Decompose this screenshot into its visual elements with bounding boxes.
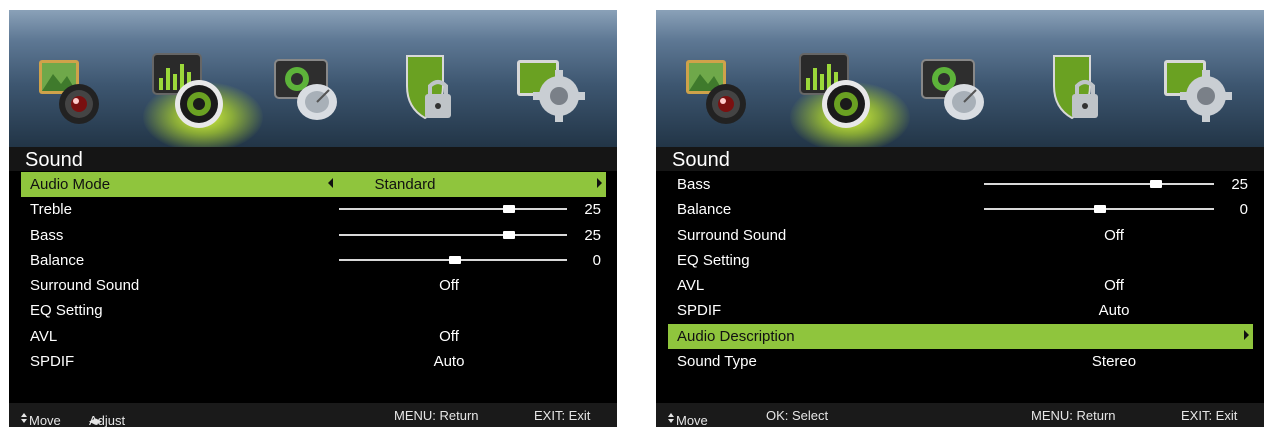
menu-item-value: Standard bbox=[374, 176, 436, 193]
slider-knob[interactable] bbox=[1150, 180, 1162, 188]
menu-title: Sound bbox=[25, 149, 83, 171]
adjust-hint-label: Adjust bbox=[89, 413, 126, 427]
slider-knob[interactable] bbox=[449, 255, 461, 264]
menu-item-spdif[interactable]: SPDIF Auto bbox=[21, 349, 606, 374]
menu-item-bass[interactable]: Bass 25 bbox=[21, 223, 606, 248]
menu-list: Audio Mode Standard Treble 25 Bass 25 Ba… bbox=[21, 172, 606, 374]
sound-icon[interactable] bbox=[794, 46, 878, 132]
menu-item-eq-setting[interactable]: EQ Setting bbox=[21, 298, 606, 323]
menu-item-sound-type[interactable]: Sound Type Stereo bbox=[668, 349, 1253, 374]
footer-bar: Move ◂▸ Adjust MENU: Return EXIT: Exit bbox=[9, 403, 617, 427]
exit-hint: EXIT: Exit bbox=[534, 408, 591, 423]
menu-return-hint: MENU: Return bbox=[1031, 408, 1116, 423]
menu-item-label: Balance bbox=[30, 251, 85, 269]
menu-item-value: Off bbox=[1104, 277, 1124, 295]
menu-item-treble[interactable]: Treble 25 bbox=[21, 197, 606, 222]
menu-return-hint: MENU: Return bbox=[394, 408, 479, 423]
bass-slider[interactable] bbox=[984, 180, 1214, 188]
menu-item-label: AVL bbox=[30, 327, 58, 345]
select-hint: OK: Select bbox=[766, 408, 829, 423]
menu-title: Sound bbox=[672, 149, 730, 171]
move-hint-label: Move bbox=[676, 413, 708, 427]
menu-item-value: Stereo bbox=[1091, 353, 1137, 371]
menu-item-label: SPDIF bbox=[677, 302, 722, 320]
menu-icon-bar bbox=[9, 10, 617, 152]
menu-item-avl[interactable]: AVL Off bbox=[21, 324, 606, 349]
menu-item-label: Surround Sound bbox=[30, 277, 140, 295]
menu-item-eq-setting[interactable]: EQ Setting bbox=[668, 248, 1253, 273]
channel-icon[interactable] bbox=[267, 46, 351, 132]
menu-item-audio-description[interactable]: Audio Description bbox=[668, 323, 1253, 350]
setup-icon[interactable] bbox=[1156, 46, 1240, 132]
bass-slider[interactable] bbox=[339, 230, 567, 239]
exit-hint: EXIT: Exit bbox=[1181, 408, 1238, 423]
menu-item-label: Sound Type bbox=[677, 353, 757, 371]
bass-value: 25 bbox=[584, 226, 601, 244]
sound-icon[interactable] bbox=[147, 46, 231, 132]
treble-value: 25 bbox=[584, 201, 601, 219]
menu-item-value: Off bbox=[439, 327, 459, 345]
menu-item-audio-mode[interactable]: Audio Mode Standard bbox=[21, 172, 606, 198]
move-hint: Move bbox=[668, 408, 708, 427]
footer-bar: Move OK: Select MENU: Return EXIT: Exit bbox=[656, 403, 1264, 427]
menu-item-label: EQ Setting bbox=[30, 302, 103, 320]
picture-icon[interactable] bbox=[678, 46, 762, 132]
arrow-right-icon[interactable] bbox=[597, 178, 602, 188]
slider-knob[interactable] bbox=[503, 230, 515, 239]
tv-menu-panel-left: Sound Audio Mode Standard Treble 25 Bass… bbox=[9, 10, 617, 427]
move-hint-label: Move bbox=[29, 413, 61, 427]
menu-item-value: Auto bbox=[1098, 302, 1130, 320]
title-bar bbox=[656, 147, 1264, 171]
menu-item-label: Balance bbox=[677, 201, 732, 219]
slider-knob[interactable] bbox=[503, 205, 515, 214]
menu-item-spdif[interactable]: SPDIF Auto bbox=[668, 298, 1253, 323]
slider-knob[interactable] bbox=[1094, 205, 1106, 214]
menu-item-avl[interactable]: AVL Off bbox=[668, 273, 1253, 298]
picture-icon[interactable] bbox=[31, 46, 115, 132]
menu-list: Bass 25 Balance 0 Surround Sound Off EQ … bbox=[668, 172, 1253, 374]
menu-item-label: EQ Setting bbox=[677, 251, 750, 269]
menu-item-label: Audio Mode bbox=[30, 176, 111, 193]
menu-item-balance[interactable]: Balance 0 bbox=[21, 248, 606, 273]
menu-item-label: Bass bbox=[677, 176, 711, 193]
menu-item-label: Treble bbox=[30, 201, 72, 219]
menu-item-label: Bass bbox=[30, 226, 64, 244]
channel-icon[interactable] bbox=[914, 46, 998, 132]
menu-item-label: SPDIF bbox=[30, 353, 75, 371]
lock-icon[interactable] bbox=[1032, 46, 1116, 132]
title-bar bbox=[9, 147, 617, 171]
menu-item-surround-sound[interactable]: Surround Sound Off bbox=[668, 223, 1253, 248]
balance-slider[interactable] bbox=[339, 255, 567, 264]
menu-item-value: Off bbox=[439, 277, 459, 295]
menu-item-value: Auto bbox=[433, 353, 465, 371]
tv-menu-panel-right: Sound Bass 25 Balance 0 Surround Sound O… bbox=[656, 10, 1264, 427]
menu-icon-bar bbox=[656, 10, 1264, 152]
balance-value: 0 bbox=[592, 251, 601, 269]
move-hint: Move bbox=[21, 408, 61, 427]
menu-item-label: Audio Description bbox=[677, 327, 795, 345]
menu-item-bass[interactable]: Bass 25 bbox=[668, 172, 1253, 197]
setup-icon[interactable] bbox=[509, 46, 593, 132]
treble-slider[interactable] bbox=[339, 205, 567, 214]
balance-value: 0 bbox=[1239, 201, 1248, 219]
menu-item-label: Surround Sound bbox=[677, 226, 787, 244]
lock-icon[interactable] bbox=[385, 46, 469, 132]
menu-item-value: Off bbox=[1104, 226, 1124, 244]
balance-slider[interactable] bbox=[984, 205, 1214, 214]
bass-value: 25 bbox=[1231, 176, 1248, 193]
menu-item-label: AVL bbox=[677, 277, 705, 295]
menu-item-balance[interactable]: Balance 0 bbox=[668, 197, 1253, 222]
arrow-right-icon[interactable] bbox=[1244, 329, 1249, 340]
menu-item-surround-sound[interactable]: Surround Sound Off bbox=[21, 273, 606, 298]
